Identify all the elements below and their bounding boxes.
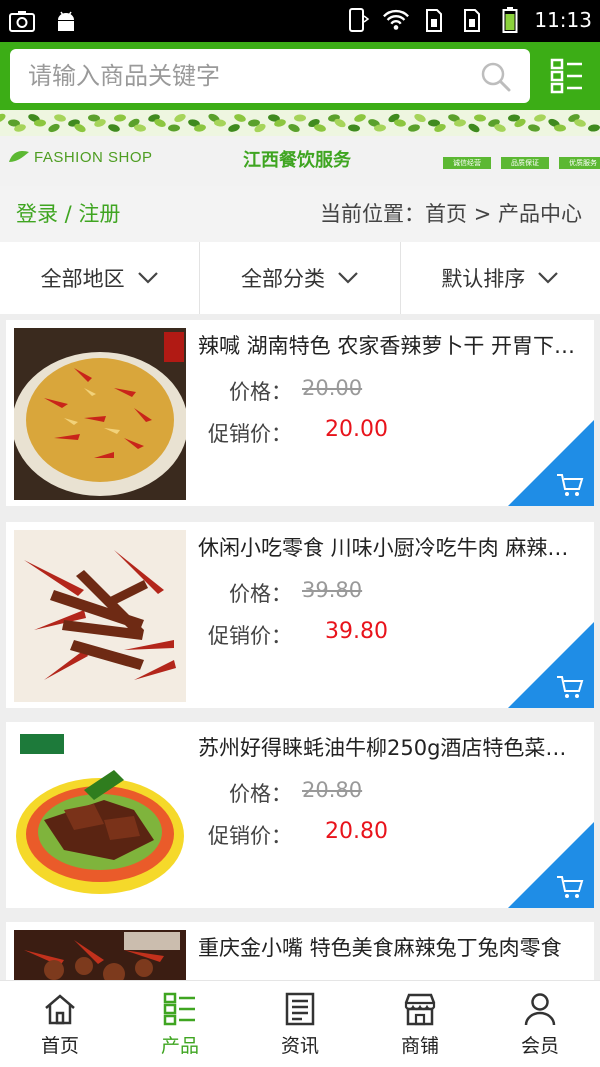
app-header: 请输入商品关键字	[0, 42, 600, 110]
product-title[interactable]: 辣喊 湖南特色 农家香辣萝卜干 开胃下饭菜	[198, 328, 578, 364]
info-bar: 登录 / 注册 当前位置：首页 > 产品中心	[0, 186, 600, 242]
search-input[interactable]: 请输入商品关键字	[10, 49, 530, 103]
chevron-down-icon	[338, 272, 358, 284]
vibrate-icon	[344, 5, 372, 35]
clock: 11:13	[534, 8, 592, 32]
product-image[interactable]	[14, 530, 186, 702]
nav-store[interactable]: 商铺	[360, 981, 480, 1067]
nav-label: 首页	[40, 1035, 79, 1057]
promo-price: 20.80	[325, 819, 388, 844]
price-label: 价格：	[229, 582, 292, 606]
filter-label: 全部分类	[240, 267, 325, 291]
nav-label: 产品	[160, 1035, 199, 1057]
chevron-down-icon	[538, 272, 559, 284]
nav-label: 资讯	[280, 1035, 319, 1057]
chevron-down-icon	[137, 272, 158, 284]
search-placeholder: 请输入商品关键字	[28, 62, 220, 90]
category-menu-icon[interactable]	[550, 57, 584, 95]
cart-icon	[557, 676, 584, 698]
nav-products[interactable]: 产品	[120, 981, 240, 1067]
promo-label: 促销价：	[208, 624, 292, 648]
price-label: 价格：	[229, 782, 292, 806]
nav-home[interactable]: 首页	[0, 981, 120, 1067]
leaf-decoration	[0, 110, 600, 136]
shop-banner: FASHION SHOP 江西餐饮服务 诚信经营 品质保证 优质服务	[0, 136, 600, 186]
original-price: 20.80	[302, 778, 363, 802]
product-card[interactable]: 休闲小吃零食 川味小厨冷吃牛肉 麻辣牛肉丝 价格： 39.80 促销价： 39.…	[6, 522, 594, 708]
nav-news[interactable]: 资讯	[240, 981, 360, 1067]
leaf-logo-icon	[9, 151, 29, 162]
add-to-cart-button[interactable]	[508, 622, 594, 708]
product-card[interactable]: 苏州好得睐蚝油牛柳250g酒店特色菜半成品 价格： 20.80 促销价： 20.…	[6, 722, 594, 908]
filter-sort[interactable]: 默认排序	[401, 242, 600, 314]
product-title[interactable]: 苏州好得睐蚝油牛柳250g酒店特色菜半成品	[198, 730, 578, 766]
news-icon	[285, 992, 315, 1026]
product-title[interactable]: 重庆金小嘴 特色美食麻辣兔丁兔肉零食	[198, 930, 578, 966]
promo-price: 39.80	[325, 619, 388, 644]
price-label: 价格：	[229, 380, 292, 404]
promo-label: 促销价：	[208, 824, 292, 848]
android-icon	[52, 6, 80, 36]
product-image[interactable]	[14, 730, 186, 902]
sim-2-icon	[458, 5, 486, 35]
sim-1-icon	[420, 5, 448, 35]
add-to-cart-button[interactable]	[508, 822, 594, 908]
brand-logo: FASHION SHOP	[8, 148, 153, 166]
status-bar: 11:13	[0, 0, 600, 42]
promo-price: 20.00	[325, 417, 388, 442]
nav-label: 会员	[520, 1035, 559, 1057]
filter-label: 默认排序	[441, 267, 526, 291]
promo-label: 促销价：	[208, 422, 292, 446]
search-icon[interactable]	[480, 61, 512, 93]
badge: 品质保证	[501, 157, 549, 169]
nav-label: 商铺	[400, 1035, 439, 1057]
product-title[interactable]: 休闲小吃零食 川味小厨冷吃牛肉 麻辣牛肉丝	[198, 530, 578, 566]
badge: 诚信经营	[443, 157, 491, 169]
filter-category[interactable]: 全部分类	[200, 242, 401, 314]
filter-bar: 全部地区 全部分类 默认排序	[0, 242, 600, 314]
product-card[interactable]: 辣喊 湖南特色 农家香辣萝卜干 开胃下饭菜 价格： 20.00 促销价： 20.…	[6, 320, 594, 506]
badge-row: 诚信经营 品质保证 优质服务	[443, 157, 600, 169]
filter-region[interactable]: 全部地区	[0, 242, 201, 314]
original-price: 39.80	[302, 578, 363, 602]
screenshot-icon	[8, 6, 36, 36]
user-icon	[524, 993, 556, 1026]
product-grid-icon	[163, 992, 195, 1026]
nav-member[interactable]: 会员	[480, 981, 600, 1067]
wifi-icon	[382, 5, 410, 35]
add-to-cart-button[interactable]	[508, 420, 594, 506]
product-image[interactable]	[14, 930, 186, 980]
original-price: 20.00	[302, 376, 363, 400]
cart-icon	[557, 474, 584, 496]
battery-icon	[496, 5, 524, 35]
banner-title: 江西餐饮服务	[243, 150, 351, 171]
bottom-nav: 首页 产品 资讯 商铺 会员	[0, 980, 600, 1067]
badge: 优质服务	[559, 157, 600, 169]
filter-label: 全部地区	[40, 267, 125, 291]
login-register-link[interactable]: 登录 / 注册	[16, 186, 120, 242]
store-icon	[404, 993, 436, 1026]
product-list: 辣喊 湖南特色 农家香辣萝卜干 开胃下饭菜 价格： 20.00 促销价： 20.…	[0, 314, 600, 980]
home-icon	[45, 994, 75, 1025]
product-image[interactable]	[14, 328, 186, 500]
cart-icon	[557, 876, 584, 898]
brand-text: FASHION SHOP	[34, 148, 153, 166]
product-card[interactable]: 重庆金小嘴 特色美食麻辣兔丁兔肉零食	[6, 922, 594, 980]
breadcrumb: 当前位置：首页 > 产品中心	[320, 202, 582, 226]
